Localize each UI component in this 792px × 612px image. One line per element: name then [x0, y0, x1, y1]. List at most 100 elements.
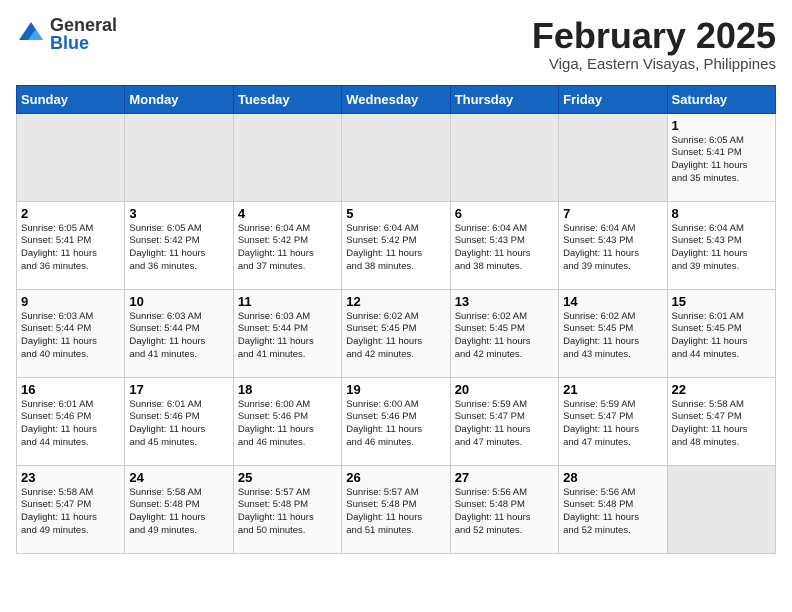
- weekday-header-friday: Friday: [559, 85, 667, 113]
- day-info: Sunrise: 6:03 AM Sunset: 5:44 PM Dayligh…: [129, 311, 228, 362]
- day-info: Sunrise: 5:58 AM Sunset: 5:48 PM Dayligh…: [129, 487, 228, 538]
- calendar-week-row: 9 Sunrise: 6:03 AM Sunset: 5:44 PM Daylig…: [17, 289, 776, 377]
- calendar-cell: [450, 113, 558, 201]
- logo-general-text: General: [50, 16, 117, 34]
- calendar-cell: 19Sunrise: 6:00 AM Sunset: 5:46 PM Dayli…: [342, 377, 450, 465]
- page-header: General Blue February 2025 Viga, Eastern…: [16, 16, 776, 73]
- day-info: Sunrise: 6:05 AM Sunset: 5:42 PM Dayligh…: [129, 223, 228, 274]
- calendar-cell: 9Sunrise: 6:03 AM Sunset: 5:44 PM Daylig…: [17, 289, 125, 377]
- day-number: 12: [346, 294, 445, 309]
- calendar-cell: 3 Sunrise: 6:05 AM Sunset: 5:42 PM Daylig…: [125, 201, 233, 289]
- calendar-cell: 22Sunrise: 5:58 AM Sunset: 5:47 PM Dayli…: [667, 377, 775, 465]
- calendar-cell: [17, 113, 125, 201]
- day-number: 27: [455, 470, 554, 485]
- day-number: 4: [238, 206, 337, 221]
- logo: General Blue: [16, 16, 117, 52]
- day-info: Sunrise: 6:04 AM Sunset: 5:43 PM Dayligh…: [455, 223, 554, 274]
- day-info: Sunrise: 6:03 AM Sunset: 5:44 PM Dayligh…: [238, 311, 337, 362]
- day-info: Sunrise: 6:02 AM Sunset: 5:45 PM Dayligh…: [563, 311, 662, 362]
- day-number: 21: [563, 382, 662, 397]
- calendar-week-row: 23Sunrise: 5:58 AM Sunset: 5:47 PM Dayli…: [17, 465, 776, 553]
- day-info: Sunrise: 5:57 AM Sunset: 5:48 PM Dayligh…: [346, 487, 445, 538]
- day-number: 3: [129, 206, 228, 221]
- calendar-table: SundayMondayTuesdayWednesdayThursdayFrid…: [16, 85, 776, 554]
- day-number: 15: [672, 294, 771, 309]
- weekday-header-thursday: Thursday: [450, 85, 558, 113]
- calendar-header: SundayMondayTuesdayWednesdayThursdayFrid…: [17, 85, 776, 113]
- day-number: 17: [129, 382, 228, 397]
- calendar-cell: 8Sunrise: 6:04 AM Sunset: 5:43 PM Daylig…: [667, 201, 775, 289]
- title-section: February 2025 Viga, Eastern Visayas, Phi…: [532, 16, 776, 73]
- day-number: 14: [563, 294, 662, 309]
- calendar-cell: [342, 113, 450, 201]
- day-number: 26: [346, 470, 445, 485]
- day-number: 18: [238, 382, 337, 397]
- day-number: 28: [563, 470, 662, 485]
- day-info: Sunrise: 6:01 AM Sunset: 5:45 PM Dayligh…: [672, 311, 771, 362]
- day-info: Sunrise: 6:02 AM Sunset: 5:45 PM Dayligh…: [455, 311, 554, 362]
- day-number: 20: [455, 382, 554, 397]
- calendar-week-row: 1Sunrise: 6:05 AM Sunset: 5:41 PM Daylig…: [17, 113, 776, 201]
- calendar-cell: 13 Sunrise: 6:02 AM Sunset: 5:45 PM Dayli…: [450, 289, 558, 377]
- calendar-cell: [125, 113, 233, 201]
- calendar-cell: 20 Sunrise: 5:59 AM Sunset: 5:47 PM Dayli…: [450, 377, 558, 465]
- calendar-cell: 7 Sunrise: 6:04 AM Sunset: 5:43 PM Daylig…: [559, 201, 667, 289]
- calendar-cell: 25Sunrise: 5:57 AM Sunset: 5:48 PM Dayli…: [233, 465, 341, 553]
- day-number: 11: [238, 294, 337, 309]
- day-info: Sunrise: 6:05 AM Sunset: 5:41 PM Dayligh…: [672, 135, 771, 186]
- day-number: 16: [21, 382, 120, 397]
- calendar-cell: 15 Sunrise: 6:01 AM Sunset: 5:45 PM Dayli…: [667, 289, 775, 377]
- calendar-cell: 1Sunrise: 6:05 AM Sunset: 5:41 PM Daylig…: [667, 113, 775, 201]
- calendar-cell: [559, 113, 667, 201]
- calendar-cell: 10 Sunrise: 6:03 AM Sunset: 5:44 PM Dayli…: [125, 289, 233, 377]
- calendar-cell: 18 Sunrise: 6:00 AM Sunset: 5:46 PM Dayli…: [233, 377, 341, 465]
- weekday-header-tuesday: Tuesday: [233, 85, 341, 113]
- calendar-body: 1Sunrise: 6:05 AM Sunset: 5:41 PM Daylig…: [17, 113, 776, 553]
- day-info: Sunrise: 5:59 AM Sunset: 5:47 PM Dayligh…: [563, 399, 662, 450]
- weekday-header-saturday: Saturday: [667, 85, 775, 113]
- calendar-cell: 2Sunrise: 6:05 AM Sunset: 5:41 PM Daylig…: [17, 201, 125, 289]
- day-info: Sunrise: 5:56 AM Sunset: 5:48 PM Dayligh…: [563, 487, 662, 538]
- calendar-cell: 5 Sunrise: 6:04 AM Sunset: 5:42 PM Daylig…: [342, 201, 450, 289]
- day-info: Sunrise: 6:04 AM Sunset: 5:42 PM Dayligh…: [346, 223, 445, 274]
- calendar-cell: 14 Sunrise: 6:02 AM Sunset: 5:45 PM Dayli…: [559, 289, 667, 377]
- calendar-cell: [667, 465, 775, 553]
- calendar-cell: 27 Sunrise: 5:56 AM Sunset: 5:48 PM Dayli…: [450, 465, 558, 553]
- weekday-header-row: SundayMondayTuesdayWednesdayThursdayFrid…: [17, 85, 776, 113]
- calendar-cell: 21 Sunrise: 5:59 AM Sunset: 5:47 PM Dayli…: [559, 377, 667, 465]
- day-info: Sunrise: 6:04 AM Sunset: 5:42 PM Dayligh…: [238, 223, 337, 274]
- calendar-week-row: 2Sunrise: 6:05 AM Sunset: 5:41 PM Daylig…: [17, 201, 776, 289]
- day-info: Sunrise: 5:59 AM Sunset: 5:47 PM Dayligh…: [455, 399, 554, 450]
- calendar-cell: 26 Sunrise: 5:57 AM Sunset: 5:48 PM Dayli…: [342, 465, 450, 553]
- calendar-cell: 16 Sunrise: 6:01 AM Sunset: 5:46 PM Dayli…: [17, 377, 125, 465]
- weekday-header-monday: Monday: [125, 85, 233, 113]
- day-number: 5: [346, 206, 445, 221]
- day-number: 2: [21, 206, 120, 221]
- day-number: 9: [21, 294, 120, 309]
- calendar-cell: 24 Sunrise: 5:58 AM Sunset: 5:48 PM Dayli…: [125, 465, 233, 553]
- day-number: 7: [563, 206, 662, 221]
- weekday-header-sunday: Sunday: [17, 85, 125, 113]
- calendar-cell: 12 Sunrise: 6:02 AM Sunset: 5:45 PM Dayli…: [342, 289, 450, 377]
- day-number: 24: [129, 470, 228, 485]
- day-info: Sunrise: 6:02 AM Sunset: 5:45 PM Dayligh…: [346, 311, 445, 362]
- day-number: 6: [455, 206, 554, 221]
- day-info: Sunrise: 5:58 AM Sunset: 5:47 PM Dayligh…: [21, 487, 120, 538]
- day-number: 13: [455, 294, 554, 309]
- calendar-cell: 28 Sunrise: 5:56 AM Sunset: 5:48 PM Dayli…: [559, 465, 667, 553]
- calendar-week-row: 16 Sunrise: 6:01 AM Sunset: 5:46 PM Dayli…: [17, 377, 776, 465]
- location-title: Viga, Eastern Visayas, Philippines: [532, 56, 776, 73]
- logo-blue-text: Blue: [50, 34, 117, 52]
- day-info: Sunrise: 6:00 AM Sunset: 5:46 PM Dayligh…: [238, 399, 337, 450]
- day-info: Sunrise: 6:00 AM Sunset: 5:46 PM Dayligh…: [346, 399, 445, 450]
- day-info: Sunrise: 6:01 AM Sunset: 5:46 PM Dayligh…: [21, 399, 120, 450]
- day-number: 25: [238, 470, 337, 485]
- day-number: 10: [129, 294, 228, 309]
- day-info: Sunrise: 6:04 AM Sunset: 5:43 PM Dayligh…: [563, 223, 662, 274]
- day-info: Sunrise: 5:56 AM Sunset: 5:48 PM Dayligh…: [455, 487, 554, 538]
- day-number: 8: [672, 206, 771, 221]
- day-info: Sunrise: 5:58 AM Sunset: 5:47 PM Dayligh…: [672, 399, 771, 450]
- logo-icon: [16, 19, 46, 49]
- month-year-title: February 2025: [532, 16, 776, 56]
- calendar-cell: 17Sunrise: 6:01 AM Sunset: 5:46 PM Dayli…: [125, 377, 233, 465]
